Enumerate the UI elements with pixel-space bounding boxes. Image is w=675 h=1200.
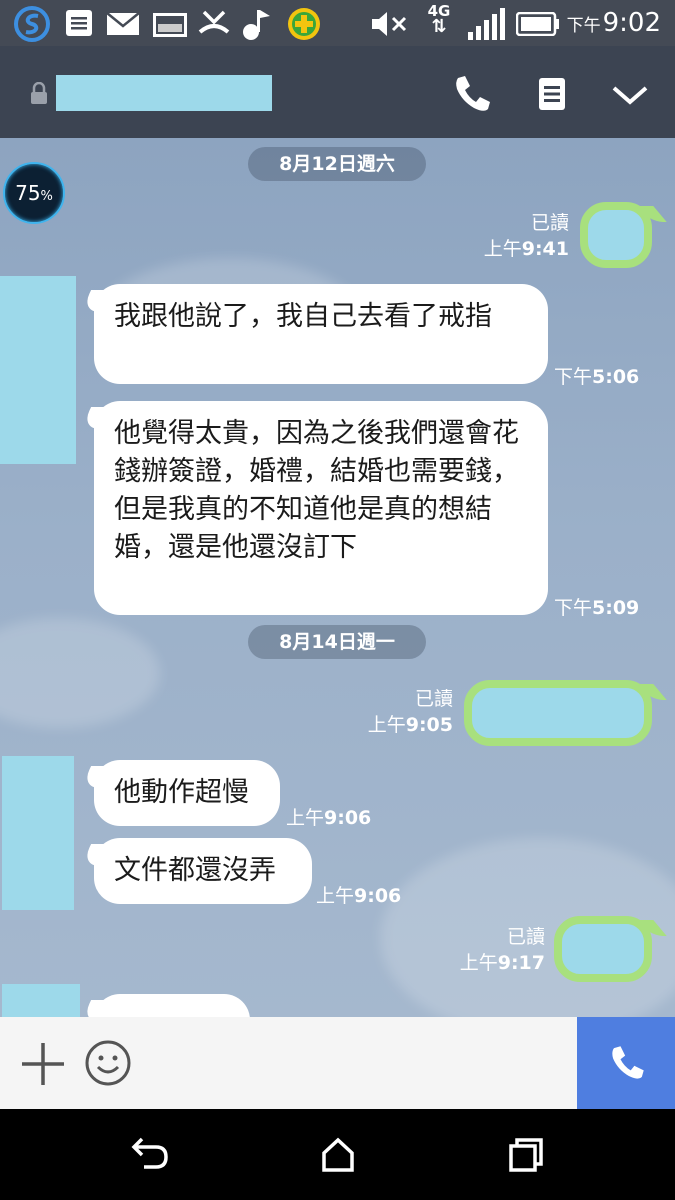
app-plus-icon xyxy=(288,8,320,40)
lock-icon xyxy=(31,82,47,104)
navigation-bar xyxy=(0,1109,675,1200)
menu-list-button[interactable] xyxy=(524,66,580,122)
incoming-message[interactable]: 我跟他說了，我自己去看了戒指 xyxy=(94,284,548,384)
message-meta: 已讀 上午9:41 xyxy=(483,212,569,260)
voice-call-button[interactable] xyxy=(577,1017,675,1109)
outgoing-message[interactable] xyxy=(580,202,652,268)
notes-icon xyxy=(66,10,92,36)
chat-area[interactable]: 75% 8月12日週六 已讀 上午9:41 我跟他說了，我自己去看了戒指 下午5… xyxy=(0,138,675,1017)
gallery-icon xyxy=(153,13,187,37)
contact-name xyxy=(56,75,272,111)
status-bar: 4G ⇅ 下午9:02 xyxy=(0,0,675,46)
incoming-message[interactable]: 他覺得太貴，因為之後我們還會花錢辦簽證，婚禮，結婚也需要錢，但是我真的不知道他是… xyxy=(94,401,548,615)
missed-call-icon xyxy=(198,10,230,34)
message-time: 下午5:06 xyxy=(554,366,640,388)
incoming-message[interactable]: 文件都還沒弄 xyxy=(94,838,312,904)
incoming-message-partial[interactable] xyxy=(94,994,250,1017)
message-time: 下午5:09 xyxy=(554,597,640,619)
clock: 下午9:02 xyxy=(566,8,661,38)
chat-header xyxy=(0,46,675,138)
outgoing-message[interactable] xyxy=(554,916,652,982)
plus-icon[interactable] xyxy=(20,1041,66,1087)
signal-icon xyxy=(468,8,505,40)
input-bar xyxy=(0,1017,675,1109)
phone-icon xyxy=(612,1046,644,1079)
home-icon[interactable] xyxy=(318,1135,358,1175)
avatar[interactable] xyxy=(0,276,76,464)
back-icon[interactable] xyxy=(128,1137,170,1173)
mute-icon xyxy=(372,12,407,36)
recent-apps-icon[interactable] xyxy=(506,1135,546,1175)
call-button[interactable] xyxy=(444,66,500,122)
incoming-message[interactable]: 他動作超慢 xyxy=(94,760,280,826)
mail-icon xyxy=(106,12,140,35)
music-icon xyxy=(243,10,270,40)
chevron-down-icon[interactable] xyxy=(602,66,658,122)
avatar[interactable] xyxy=(2,756,74,910)
app-s-icon xyxy=(14,6,50,42)
date-divider: 8月12日週六 xyxy=(248,147,426,181)
message-meta: 已讀 上午9:17 xyxy=(459,926,545,974)
message-time: 上午9:06 xyxy=(316,885,402,907)
battery-icon xyxy=(516,12,559,36)
date-divider: 8月14日週一 xyxy=(248,625,426,659)
progress-badge: 75% xyxy=(3,162,65,224)
network-4g-icon: 4G ⇅ xyxy=(427,2,451,37)
message-time: 上午9:06 xyxy=(286,807,372,829)
avatar[interactable] xyxy=(2,984,80,1017)
message-meta: 已讀 上午9:05 xyxy=(367,688,453,736)
outgoing-message[interactable] xyxy=(464,680,652,746)
emoji-icon[interactable] xyxy=(84,1039,132,1087)
